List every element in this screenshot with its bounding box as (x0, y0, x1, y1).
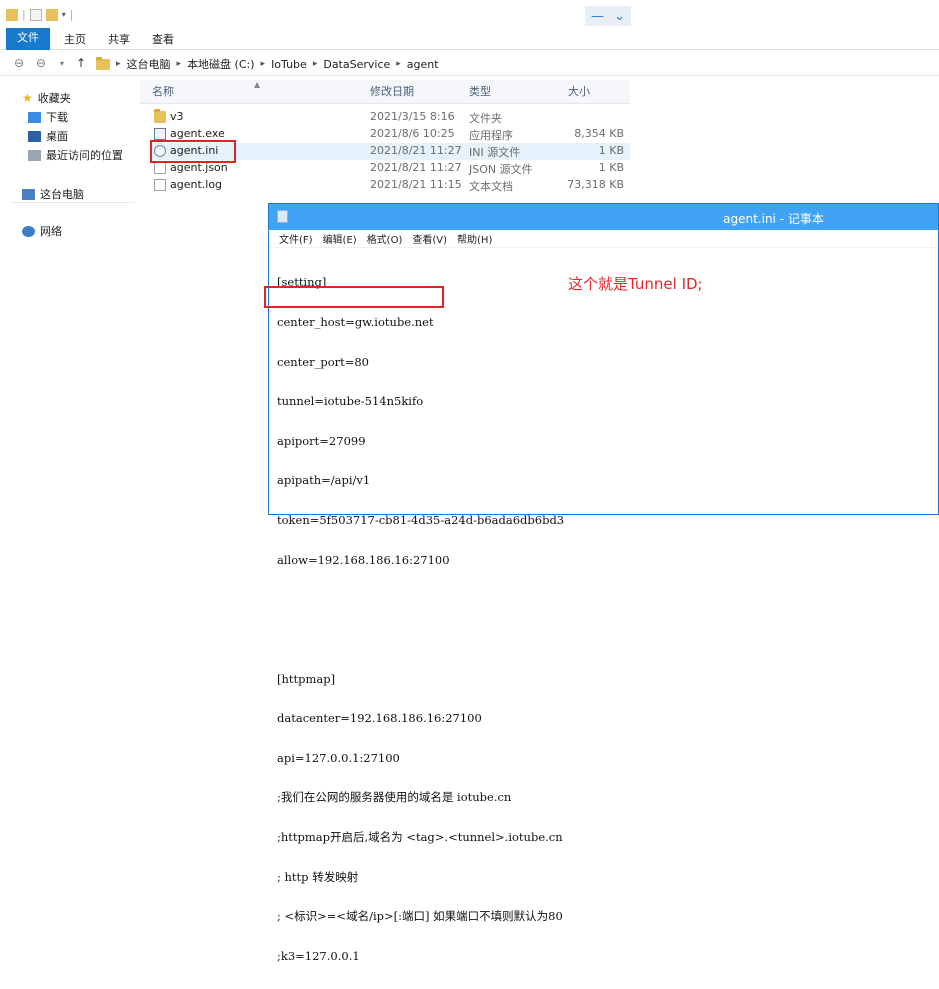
text-line: token=5f503717-cb81-4d35-a24d-b6ada6db6b… (277, 513, 565, 528)
tab-view[interactable]: 查看 (152, 31, 174, 49)
menu-edit[interactable]: 编辑(E) (323, 231, 357, 246)
tab-home[interactable]: 主页 (64, 31, 86, 49)
column-header-type[interactable]: 类型 (469, 82, 491, 102)
sidebar-item-recent[interactable]: 最近访问的位置 (28, 147, 123, 163)
text-line: ; http 转发映射 (277, 869, 359, 884)
text-line: ;httpmap开启后,域名为 <tag>.<tunnel>.iotube.cn (277, 829, 563, 844)
sort-ascending-icon: ▲ (254, 80, 261, 89)
text-line: ;k3=127.0.0.1 (277, 948, 360, 963)
highlight-box-agent-ini (150, 140, 236, 163)
text-line: center_host=gw.iotube.net (277, 315, 434, 330)
sidebar-item-favorites[interactable]: ★ 收藏夹 (22, 90, 71, 106)
window-controls: — ⌄ (585, 6, 631, 26)
ribbon-tabs: 文件 主页 共享 查看 (0, 28, 939, 50)
breadcrumb-agent[interactable]: agent (407, 58, 439, 71)
chevron-down-icon[interactable]: ▾ (62, 10, 66, 19)
file-row-agent-log[interactable]: agent.log 2021/8/21 11:15 文本文档 73,318 KB (148, 177, 630, 194)
text-line-tunnel: tunnel=iotube-514n5kifo (277, 394, 424, 409)
quick-access-toolbar: | ▾ | (6, 8, 73, 21)
menu-view[interactable]: 查看(V) (412, 231, 447, 246)
sidebar-item-desktop[interactable]: 桌面 (28, 128, 68, 144)
highlight-box-tunnel (264, 286, 444, 308)
network-icon (22, 225, 35, 237)
annotation-text: 这个就是Tunnel ID; (568, 275, 703, 293)
recent-locations-icon[interactable]: ▾ (60, 59, 64, 68)
navigation-pane: ★ 收藏夹 下载 桌面 最近访问的位置 这台电脑 网络 (0, 80, 140, 515)
download-folder-icon (28, 111, 41, 123)
notepad-text-area[interactable]: [setting] center_host=gw.iotube.net cent… (277, 250, 927, 989)
text-line: ; <标识>=<域名/ip>[:端口] 如果端口不填则默认为80 (277, 909, 563, 924)
breadcrumb-this-pc[interactable]: 这台电脑 (127, 56, 171, 72)
sidebar-item-this-pc[interactable]: 这台电脑 (22, 186, 84, 202)
column-header-name[interactable]: 名称 (152, 82, 174, 102)
minimize-icon[interactable]: — (591, 9, 604, 24)
new-folder-icon[interactable] (45, 8, 58, 21)
text-line: apipath=/api/v1 (277, 473, 371, 488)
up-arrow-icon[interactable]: ↑ (76, 56, 86, 70)
text-line: apiport=27099 (277, 433, 366, 448)
menu-file[interactable]: 文件(F) (279, 231, 313, 246)
text-line: ;我们在公网的服务器使用的域名是 iotube.cn (277, 790, 512, 805)
notepad-menu-bar: 文件(F) 编辑(E) 格式(O) 查看(V) 帮助(H) (269, 230, 938, 248)
application-icon (154, 128, 166, 140)
text-file-icon (154, 179, 166, 191)
json-file-icon (154, 162, 166, 174)
menu-help[interactable]: 帮助(H) (457, 231, 492, 246)
recent-places-icon (28, 149, 41, 161)
file-row-v3[interactable]: v3 2021/3/15 8:16 文件夹 (148, 109, 630, 126)
breadcrumb-dataservice[interactable]: DataService (323, 58, 390, 71)
star-icon: ★ (22, 91, 33, 105)
menu-format[interactable]: 格式(O) (367, 231, 403, 246)
properties-icon[interactable] (29, 8, 42, 21)
text-line: api=127.0.0.1:27100 (277, 750, 400, 765)
notepad-title-bar[interactable]: agent.ini - 记事本 (269, 204, 938, 230)
breadcrumb-local-disk[interactable]: 本地磁盘 (C:) (187, 56, 254, 72)
back-icon[interactable]: ⊖ (14, 56, 24, 70)
column-header-size[interactable]: 大小 (568, 82, 590, 102)
divider (10, 202, 135, 203)
text-line: ​ (277, 593, 927, 606)
forward-icon[interactable]: ⊖ (36, 56, 46, 70)
text-line: center_port=80 (277, 354, 369, 369)
breadcrumb-iotube[interactable]: IoTube (271, 58, 307, 71)
text-line: [httpmap] (277, 671, 336, 686)
desktop-icon (28, 130, 41, 142)
text-line: ​ (277, 633, 927, 646)
tab-share[interactable]: 共享 (108, 31, 130, 49)
text-line: allow=192.168.186.16:27100 (277, 552, 450, 567)
folder-icon[interactable] (6, 8, 18, 21)
tab-file[interactable]: 文件 (6, 28, 50, 50)
folder-icon (154, 109, 166, 123)
sidebar-item-downloads[interactable]: 下载 (28, 109, 68, 125)
computer-icon (22, 188, 35, 200)
column-header-modified[interactable]: 修改日期 (370, 82, 414, 102)
notepad-title: agent.ini - 记事本 (723, 212, 824, 226)
folder-icon (96, 56, 110, 70)
explorer-title-bar: | ▾ | — ⌄ (0, 0, 939, 28)
notepad-window: agent.ini - 记事本 文件(F) 编辑(E) 格式(O) 查看(V) … (268, 203, 939, 962)
sidebar-item-network[interactable]: 网络 (22, 223, 62, 239)
breadcrumb[interactable]: ▸ 这台电脑 ▸ 本地磁盘 (C:) ▸ IoTube ▸ DataServic… (96, 56, 439, 72)
expand-ribbon-icon[interactable]: ⌄ (614, 9, 625, 24)
text-line: datacenter=192.168.186.16:27100 (277, 711, 482, 726)
